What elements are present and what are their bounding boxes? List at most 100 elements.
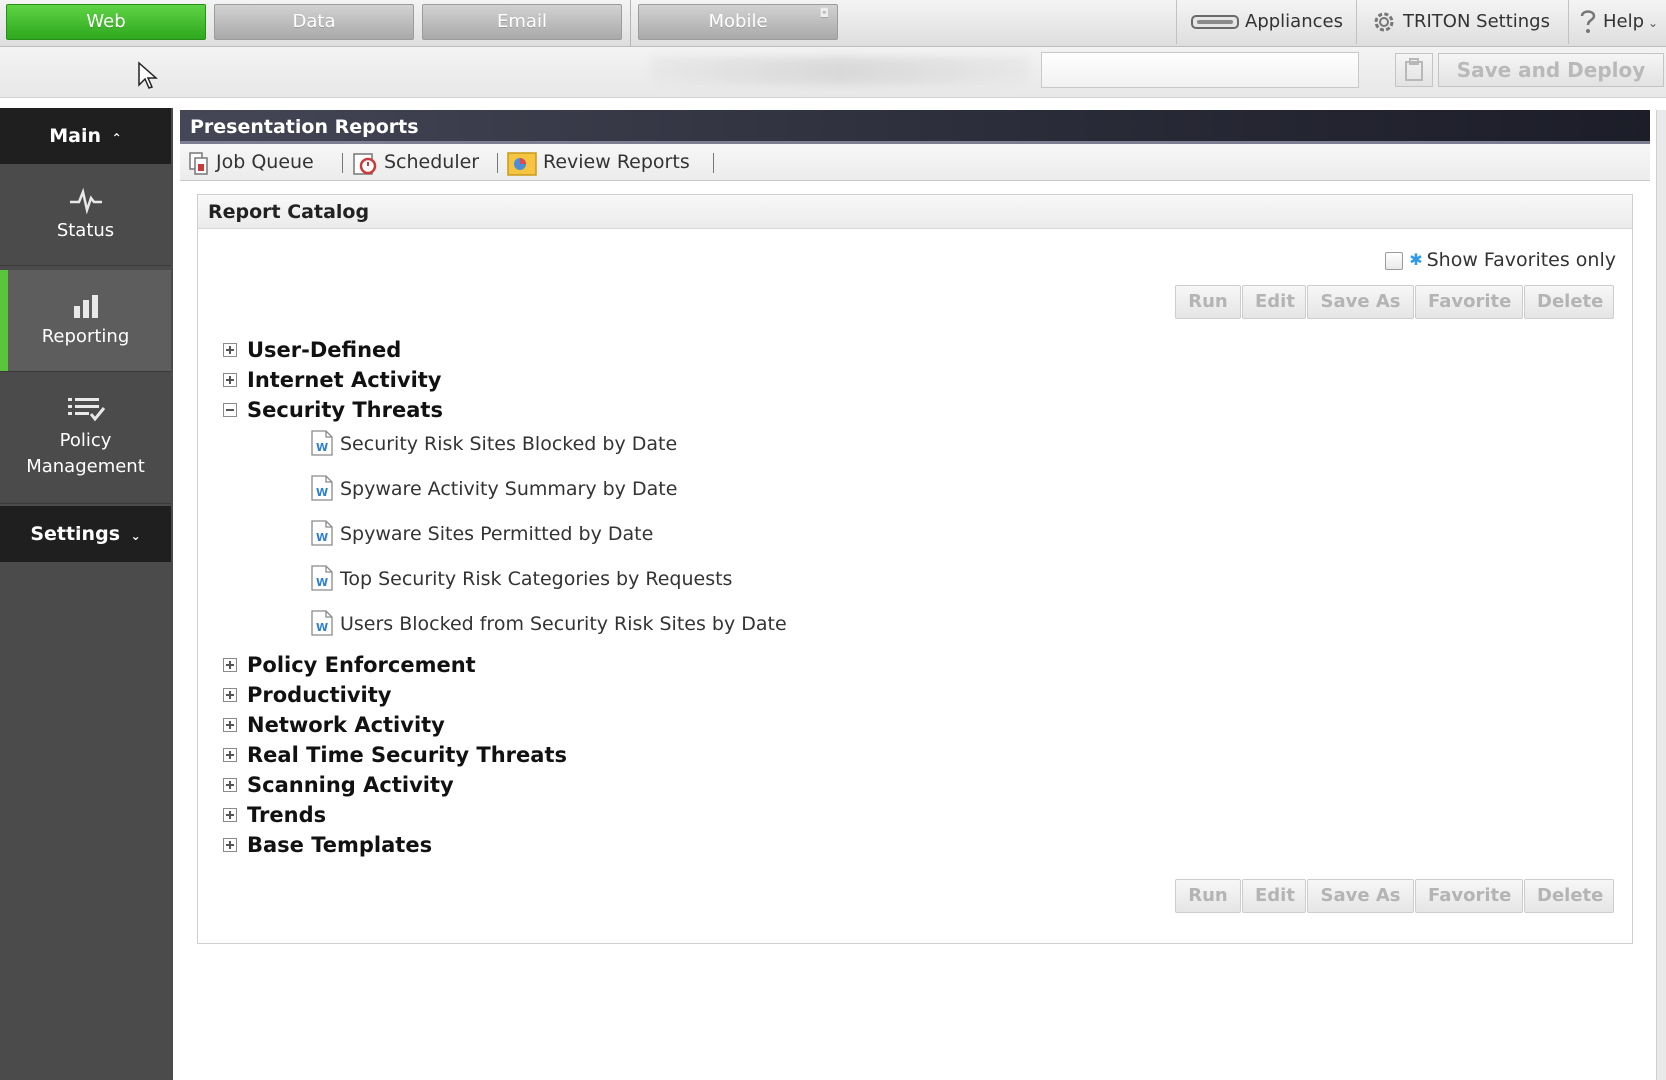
svg-text:W: W xyxy=(316,486,328,499)
report-item[interactable]: W Spyware Sites Permitted by Date xyxy=(310,519,654,547)
tree-group[interactable]: Network Activity xyxy=(223,712,445,738)
report-item[interactable]: W Security Risk Sites Blocked by Date xyxy=(310,429,677,457)
nav-item-policy-management[interactable]: Policy Management xyxy=(0,374,171,504)
module-tab-web[interactable]: Web xyxy=(6,4,206,40)
action-toolbar: Save and Deploy xyxy=(0,47,1666,98)
tab-job-queue-label: Job Queue xyxy=(216,151,314,173)
show-favorites-label: Show Favorites only xyxy=(1426,249,1616,271)
review-reports-icon xyxy=(507,151,537,176)
nav-item-status[interactable]: Status xyxy=(0,164,171,266)
report-document-icon: W xyxy=(311,519,333,546)
report-item-label: Top Security Risk Categories by Requests xyxy=(340,568,733,590)
nav-policy-label-1: Policy xyxy=(59,430,112,451)
tab-scheduler[interactable]: Scheduler xyxy=(352,148,479,176)
svg-text:W: W xyxy=(316,621,328,634)
collapse-icon[interactable] xyxy=(223,402,237,417)
blurred-region xyxy=(650,57,1030,85)
triton-settings-label: TRITON Settings xyxy=(1403,11,1550,32)
edit-button[interactable]: Edit xyxy=(1242,285,1306,319)
module-tab-mobile[interactable]: Mobile ◘ xyxy=(638,4,838,40)
catalog-actions-top: Run Edit Save As Favorite Delete xyxy=(1174,285,1614,319)
report-item[interactable]: W Top Security Risk Categories by Reques… xyxy=(310,564,733,592)
tab-review-reports-label: Review Reports xyxy=(543,151,690,173)
favorite-button[interactable]: Favorite xyxy=(1415,285,1523,319)
tree-group-label: Base Templates xyxy=(247,833,433,857)
pending-changes-button[interactable] xyxy=(1395,53,1433,87)
tab-job-queue[interactable]: Job Queue xyxy=(188,148,314,176)
save-as-button[interactable]: Save As xyxy=(1307,285,1414,319)
expand-icon[interactable] xyxy=(223,657,237,672)
report-subtabs: Job Queue Scheduler Review Reports xyxy=(180,144,1650,181)
edit-button[interactable]: Edit xyxy=(1242,879,1306,913)
tree-group[interactable]: User-Defined xyxy=(223,337,401,363)
module-tab-email[interactable]: Email xyxy=(422,4,622,40)
nav-settings-label: Settings xyxy=(30,523,120,545)
favorite-button[interactable]: Favorite xyxy=(1415,879,1523,913)
nav-status-label: Status xyxy=(56,220,115,241)
tree-group[interactable]: Internet Activity xyxy=(223,367,442,393)
help-label: Help xyxy=(1603,11,1645,32)
mouse-cursor-icon xyxy=(138,61,158,89)
tree-group[interactable]: Base Templates xyxy=(223,832,432,858)
svg-text:W: W xyxy=(316,576,328,589)
expand-icon[interactable] xyxy=(223,837,237,852)
tree-group[interactable]: Productivity xyxy=(223,682,391,708)
triton-settings-menu[interactable]: TRITON Settings xyxy=(1356,0,1560,44)
module-tab-divider xyxy=(630,0,631,46)
nav-item-reporting[interactable]: Reporting xyxy=(0,270,171,372)
chevron-down-icon: ⌄ xyxy=(1648,16,1659,30)
delete-button[interactable]: Delete xyxy=(1524,285,1614,319)
appliances-label: Appliances xyxy=(1245,11,1343,32)
tree-group-label: User-Defined xyxy=(247,338,402,362)
show-favorites-checkbox[interactable] xyxy=(1385,251,1404,270)
left-nav: Main ⌃ Status Reporting Policy Managemen… xyxy=(0,108,173,1080)
nav-main-header[interactable]: Main ⌃ xyxy=(0,108,171,164)
page-scrollbar[interactable] xyxy=(1656,110,1666,1080)
star-icon: ✱ xyxy=(1409,250,1423,269)
tree-group[interactable]: Trends xyxy=(223,802,326,828)
appliance-icon xyxy=(1191,15,1239,29)
expand-icon[interactable] xyxy=(223,687,237,702)
report-document-icon: W xyxy=(311,564,333,591)
expand-icon[interactable] xyxy=(223,747,237,762)
tree-group-label: Real Time Security Threats xyxy=(247,743,567,767)
save-and-deploy-button[interactable]: Save and Deploy xyxy=(1438,53,1664,87)
report-document-icon: W xyxy=(311,429,333,456)
tree-group[interactable]: Policy Enforcement xyxy=(223,652,476,678)
expand-icon[interactable] xyxy=(223,372,237,387)
report-item[interactable]: W Users Blocked from Security Risk Sites… xyxy=(310,609,787,637)
subtab-divider xyxy=(713,153,714,173)
expand-icon[interactable] xyxy=(223,807,237,822)
blurred-field[interactable] xyxy=(1041,52,1359,88)
nav-settings-header[interactable]: Settings ⌄ xyxy=(0,506,171,562)
save-as-button[interactable]: Save As xyxy=(1307,879,1414,913)
report-item-label: Users Blocked from Security Risk Sites b… xyxy=(340,613,787,635)
nav-main-label: Main xyxy=(49,125,102,147)
tab-review-reports[interactable]: Review Reports xyxy=(507,148,690,176)
run-button[interactable]: Run xyxy=(1175,879,1241,913)
tree-group[interactable]: Scanning Activity xyxy=(223,772,454,798)
module-tab-data[interactable]: Data xyxy=(214,4,414,40)
subtab-divider xyxy=(497,153,498,173)
report-item-label: Spyware Sites Permitted by Date xyxy=(340,523,654,545)
tree-group-expanded[interactable]: Security Threats xyxy=(223,397,443,423)
run-button[interactable]: Run xyxy=(1175,285,1241,319)
help-icon xyxy=(1580,10,1596,33)
delete-button[interactable]: Delete xyxy=(1524,879,1614,913)
gear-icon xyxy=(1374,12,1394,32)
tree-group-label: Policy Enforcement xyxy=(247,653,476,677)
show-favorites-toggle[interactable]: ✱ Show Favorites only xyxy=(1385,247,1616,273)
job-queue-icon xyxy=(189,151,208,175)
help-menu[interactable]: Help ⌄ xyxy=(1568,0,1666,44)
expand-icon[interactable] xyxy=(223,777,237,792)
appliances-menu[interactable]: Appliances xyxy=(1176,0,1356,44)
expand-icon[interactable] xyxy=(223,717,237,732)
chevron-down-icon: ⌄ xyxy=(130,529,141,543)
svg-text:W: W xyxy=(316,531,328,544)
tree-group-label: Scanning Activity xyxy=(247,773,454,797)
tree-group[interactable]: Real Time Security Threats xyxy=(223,742,567,768)
report-catalog: Report Catalog ✱ Show Favorites only Run E… xyxy=(197,194,1633,944)
report-item[interactable]: W Spyware Activity Summary by Date xyxy=(310,474,677,502)
expand-icon[interactable] xyxy=(223,342,237,357)
scheduler-icon xyxy=(353,152,377,175)
